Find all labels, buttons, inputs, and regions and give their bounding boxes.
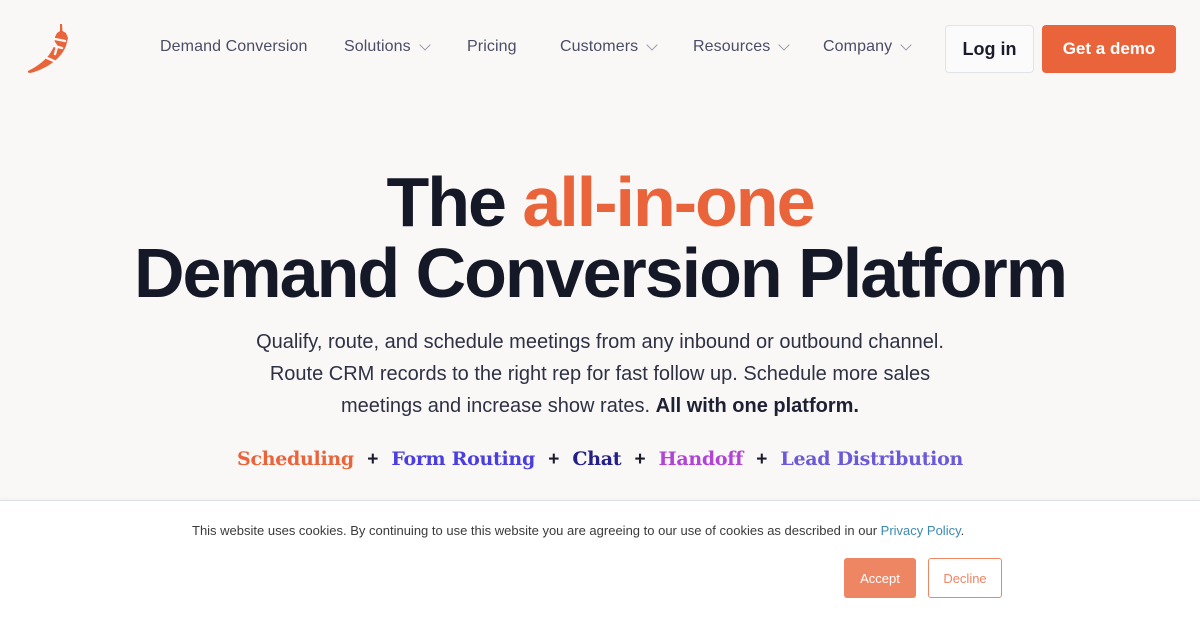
accept-cookies-button[interactable]: Accept	[844, 558, 916, 598]
chevron-down-icon	[646, 38, 658, 51]
nav-item-customers[interactable]: Customers	[560, 38, 658, 56]
privacy-policy-link[interactable]: Privacy Policy	[881, 523, 961, 538]
cookie-message: This website uses cookies. By continuing…	[192, 523, 964, 538]
nav-item-label: Resources	[693, 38, 771, 55]
hero-subtitle-bold: All with one platform.	[655, 395, 859, 417]
product-form-routing[interactable]: Form Routing	[391, 448, 535, 470]
hero-title-prefix: The	[386, 163, 523, 241]
nav-item-label: Solutions	[344, 38, 411, 55]
product-list: Scheduling + Form Routing + Chat + Hando…	[0, 448, 1200, 471]
hero-subtitle: Qualify, route, and schedule meetings fr…	[0, 326, 1200, 422]
hero-title-line1: The all-in-one	[0, 166, 1200, 238]
chili-pepper-logo-icon	[27, 24, 69, 73]
site-header: Demand Conversion Solutions Pricing Cust…	[0, 0, 1200, 98]
hero-title-line2: Demand Conversion Platform	[133, 234, 1068, 312]
product-lead-distribution[interactable]: Lead Distribution	[780, 448, 963, 470]
nav-item-demand-conversion[interactable]: Demand Conversion	[160, 38, 308, 56]
page: Demand Conversion Solutions Pricing Cust…	[0, 0, 1200, 623]
hero-subtitle-line2: Route CRM records to the right rep for f…	[269, 363, 931, 385]
chevron-down-icon	[778, 38, 791, 51]
chevron-down-icon	[900, 38, 912, 51]
hero-title-accent: all-in-one	[522, 163, 815, 241]
nav-item-label: Customers	[560, 38, 639, 55]
plus-separator: +	[634, 449, 646, 470]
hero-subtitle-line3: meetings and increase show rates.	[341, 395, 656, 417]
product-chat[interactable]: Chat	[572, 448, 621, 470]
hero-subtitle-line1: Qualify, route, and schedule meetings fr…	[256, 331, 944, 353]
nav-item-resources[interactable]: Resources	[693, 38, 791, 56]
logo-link[interactable]	[24, 22, 74, 76]
product-scheduling[interactable]: Scheduling	[237, 448, 354, 470]
cookie-banner: This website uses cookies. By continuing…	[0, 500, 1200, 623]
login-button[interactable]: Log in	[945, 25, 1034, 73]
plus-separator: +	[548, 449, 560, 470]
product-handoff[interactable]: Handoff	[659, 448, 744, 470]
nav-item-label: Demand Conversion	[160, 38, 308, 55]
decline-cookies-button[interactable]: Decline	[928, 558, 1002, 598]
nav-item-solutions[interactable]: Solutions	[344, 38, 431, 56]
chevron-down-icon	[419, 38, 431, 51]
nav-item-label: Pricing	[467, 38, 517, 55]
get-demo-button[interactable]: Get a demo	[1042, 25, 1176, 73]
nav-item-pricing[interactable]: Pricing	[467, 38, 517, 56]
cookie-text-end: .	[960, 523, 965, 538]
plus-separator: +	[756, 449, 768, 470]
plus-separator: +	[367, 449, 378, 470]
nav-item-label: Company	[823, 38, 893, 55]
cookie-text: This website uses cookies. By continuing…	[192, 523, 881, 538]
nav-item-company[interactable]: Company	[823, 38, 912, 56]
